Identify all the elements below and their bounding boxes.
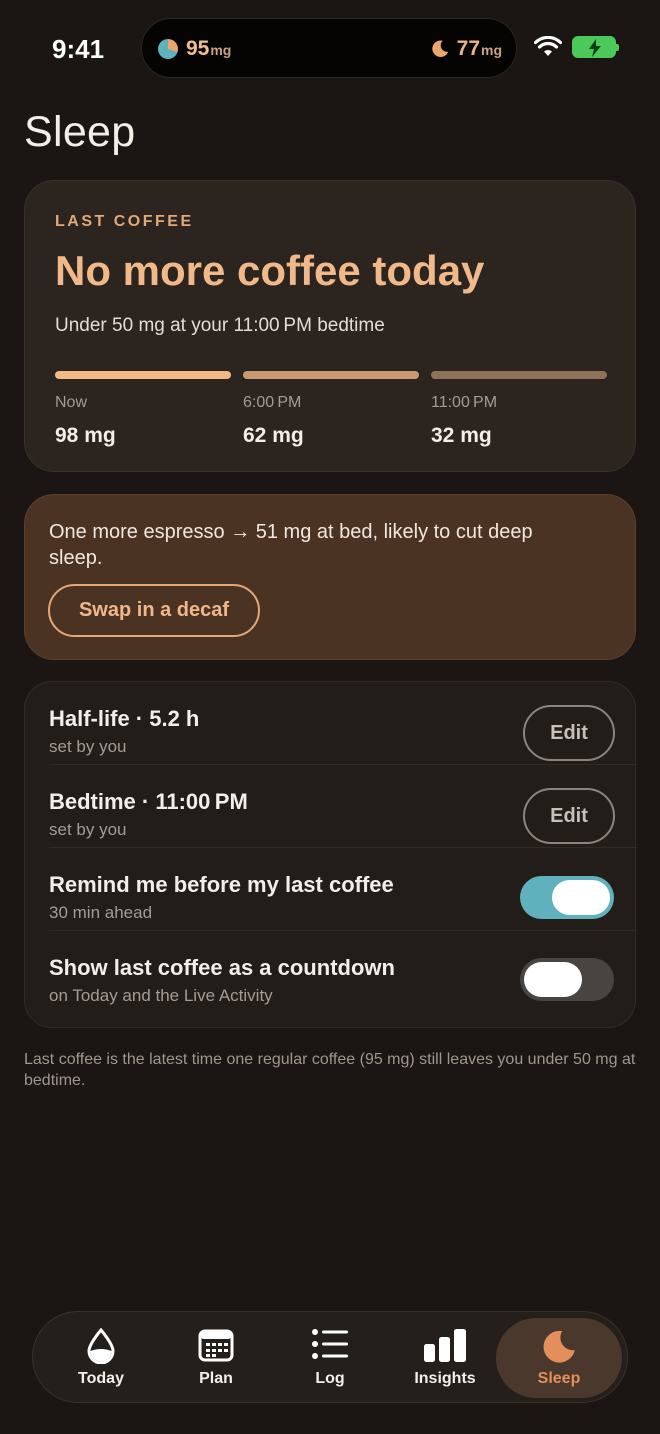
status-time: 9:41	[52, 34, 105, 64]
edit-half-life-button[interactable]: Edit	[523, 705, 615, 761]
tab-label: Sleep	[537, 1370, 581, 1387]
last-coffee-headline: No more coffee today	[55, 247, 485, 294]
timeline-value: 62 mg	[243, 424, 304, 447]
last-coffee-eyebrow: LAST COFFEE	[55, 213, 194, 230]
timeline-point-6pm: 6:00 PM 62 mg	[243, 371, 419, 448]
half-life-subtitle: set by you	[49, 737, 127, 756]
timeline-bar	[243, 371, 419, 379]
timeline-point-11pm: 11:00 PM 32 mg	[431, 371, 607, 448]
calendar-icon	[198, 1329, 234, 1362]
bedtime-subtitle: set by you	[49, 820, 127, 839]
timeline-value: 98 mg	[55, 424, 116, 447]
bar-chart-icon	[424, 1329, 466, 1362]
timeline-bar	[431, 371, 607, 379]
footnote: Last coffee is the latest time one regul…	[24, 1051, 636, 1089]
warning-text: One more espresso → 51 mg at bed, likely…	[49, 521, 533, 569]
caffeine-level-icon	[158, 39, 178, 59]
toggle-knob	[552, 880, 610, 915]
tab-plan[interactable]: Plan	[160, 1312, 272, 1404]
timeline-time: 6:00 PM	[243, 394, 302, 411]
timeline-time: 11:00 PM	[431, 394, 498, 411]
remind-title: Remind me before my last coffee	[49, 872, 394, 897]
island-level-unit: mg	[210, 42, 232, 58]
timeline-point-now: Now 98 mg	[55, 371, 231, 448]
toggle-knob	[524, 962, 582, 997]
tab-label: Plan	[199, 1370, 233, 1387]
bedtime-title: Bedtime · 11:00 PM	[49, 789, 248, 814]
timeline-value: 32 mg	[431, 424, 492, 447]
drop-icon	[87, 1328, 115, 1364]
countdown-title: Show last coffee as a countdown	[49, 955, 395, 980]
half-life-title: Half-life · 5.2 h	[49, 706, 200, 731]
battery-charging-icon	[572, 36, 619, 58]
tab-log[interactable]: Log	[274, 1312, 386, 1404]
dynamic-island[interactable]: 95mg 77mg	[141, 18, 517, 78]
moon-icon	[431, 40, 448, 57]
island-bedtime-value: 77	[456, 37, 480, 60]
status-icons	[534, 36, 619, 58]
status-bar: 9:41 95mg 77mg	[0, 0, 660, 96]
timeline-time: Now	[55, 394, 88, 411]
tab-label: Log	[315, 1370, 345, 1387]
timeline-bar	[55, 371, 231, 379]
tab-label: Today	[78, 1370, 124, 1387]
setting-row-bedtime: Bedtime · 11:00 PM set by you Edit	[25, 765, 637, 848]
edit-bedtime-button[interactable]: Edit	[523, 788, 615, 844]
page-title: Sleep	[24, 108, 136, 156]
tab-sleep[interactable]: Sleep	[496, 1318, 622, 1398]
countdown-toggle[interactable]	[520, 958, 614, 1001]
countdown-subtitle: on Today and the Live Activity	[49, 986, 273, 1005]
island-level-value: 95	[186, 37, 210, 60]
wifi-icon	[534, 36, 562, 56]
tab-insights[interactable]: Insights	[389, 1312, 501, 1404]
swap-decaf-button[interactable]: Swap in a decaf	[48, 584, 260, 637]
setting-row-half-life: Half-life · 5.2 h set by you Edit	[25, 682, 637, 765]
espresso-warning-card: One more espresso → 51 mg at bed, likely…	[24, 494, 636, 660]
tab-label: Insights	[414, 1370, 476, 1387]
sleep-screen: 9:41 95mg 77mg Sleep LAST COFFEE No more…	[0, 0, 660, 1434]
list-icon	[312, 1329, 348, 1359]
tab-today[interactable]: Today	[45, 1312, 157, 1404]
remind-toggle[interactable]	[520, 876, 614, 919]
island-bedtime-unit: mg	[481, 42, 502, 58]
remind-subtitle: 30 min ahead	[49, 903, 153, 922]
tab-bar: Today Plan Log Insights Sleep	[32, 1311, 628, 1403]
caffeine-timeline: Now 98 mg 6:00 PM 62 mg 11:00 PM 32 mg	[55, 371, 607, 448]
last-coffee-subline: Under 50 mg at your 11:00 PM bedtime	[55, 315, 385, 336]
moon-icon	[543, 1330, 575, 1363]
last-coffee-card: LAST COFFEE No more coffee today Under 5…	[24, 180, 636, 472]
island-caffeine-level: 95mg	[158, 37, 231, 61]
sleep-settings-list: Half-life · 5.2 h set by you Edit Bedtim…	[24, 681, 637, 1028]
island-bedtime-level: 77mg	[429, 37, 502, 61]
